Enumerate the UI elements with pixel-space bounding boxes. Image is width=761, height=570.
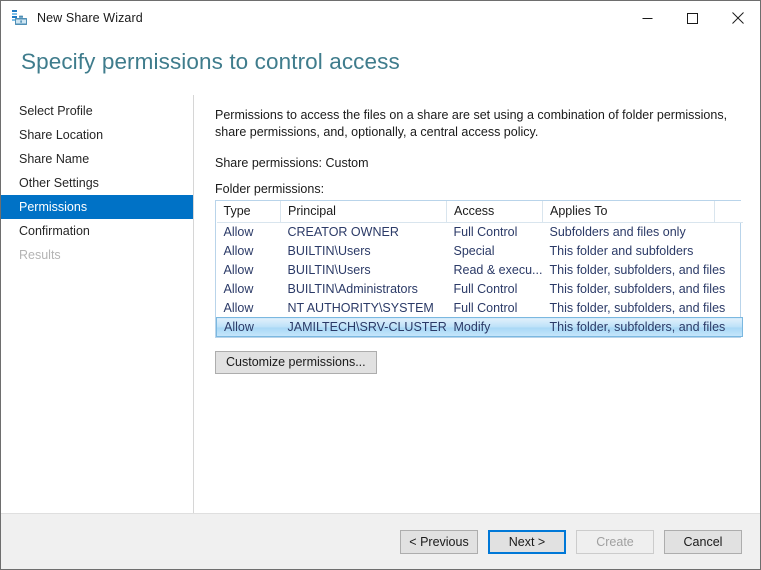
close-icon[interactable] [715, 1, 760, 35]
cell-applies-to: This folder, subfolders, and files [549, 282, 726, 296]
table-row-selected[interactable]: Allow JAMILTECH\SRV-CLUSTER$ Modify This… [216, 317, 743, 337]
table-row[interactable]: Allow BUILTIN\Users Special This folder … [217, 242, 743, 261]
cell-access: Full Control [453, 225, 518, 240]
cell-access: Special [453, 244, 495, 258]
cell-principal: JAMILTECH\SRV-CLUSTER$ [280, 317, 447, 337]
share-permissions-value: Custom [325, 156, 369, 170]
sidebar-item-other-settings[interactable]: Other Settings [1, 171, 193, 195]
sidebar-item-share-name[interactable]: Share Name [1, 147, 193, 171]
cell-applies-to: This folder and subfolders [549, 244, 694, 258]
sidebar-item-confirmation[interactable]: Confirmation [1, 219, 193, 243]
share-permissions-line: Share permissions: Custom [215, 156, 742, 170]
cell-applies-to: Subfolders and files only [549, 225, 686, 240]
table-row[interactable]: Allow CREATOR OWNER Full Control Subfold… [217, 223, 743, 242]
table-row[interactable]: Allow BUILTIN\Users Read & execu... This… [217, 261, 743, 280]
sidebar-item-label: Confirmation [19, 224, 90, 238]
cancel-button[interactable]: Cancel [664, 529, 742, 554]
title-bar: New Share Wizard [1, 1, 760, 35]
page-title: Specify permissions to control access [21, 49, 400, 74]
cell-principal: BUILTIN\Users [287, 263, 371, 277]
sidebar-item-select-profile[interactable]: Select Profile [1, 99, 193, 123]
wizard-footer: < Previous Next > Create Cancel [1, 513, 760, 569]
sidebar-item-share-location[interactable]: Share Location [1, 123, 193, 147]
wizard-steps-sidebar: Select Profile Share Location Share Name… [1, 89, 194, 513]
sidebar-item-label: Share Location [19, 128, 104, 142]
customize-permissions-button[interactable]: Customize permissions... [215, 351, 377, 374]
cell-principal: BUILTIN\Administrators [287, 282, 418, 296]
column-header-access[interactable]: Access [446, 201, 543, 223]
create-button: Create [576, 529, 654, 554]
maximize-icon[interactable] [670, 1, 715, 35]
share-wizard-icon [11, 9, 29, 27]
intro-text: Permissions to access the files on a sha… [215, 108, 728, 139]
cell-type: Allow [223, 263, 254, 277]
next-button[interactable]: Next > [488, 529, 566, 554]
cell-applies-to: This folder, subfolders, and files [549, 263, 726, 277]
cell-principal: NT AUTHORITY\SYSTEM [287, 300, 434, 315]
new-share-wizard-window: New Share Wizard Specify permissions to … [0, 0, 761, 570]
previous-button[interactable]: < Previous [400, 529, 478, 554]
cell-type: Allow [223, 244, 254, 258]
window-controls [625, 1, 760, 35]
column-header-applies-to[interactable]: Applies To [542, 201, 715, 223]
page-header: Specify permissions to control access [1, 35, 760, 89]
permissions-content: Permissions to access the files on a sha… [194, 89, 760, 513]
table-row[interactable]: Allow BUILTIN\Administrators Full Contro… [217, 280, 743, 299]
sidebar-item-label: Permissions [19, 200, 88, 214]
minimize-icon[interactable] [625, 1, 670, 35]
cell-access: Full Control [453, 282, 518, 296]
share-permissions-label: Share permissions: [215, 156, 322, 170]
cell-type: Allow [223, 300, 254, 315]
cell-access: Full Control [453, 300, 518, 315]
column-header-extra[interactable] [714, 201, 743, 223]
sidebar-item-label: Other Settings [19, 176, 99, 190]
cell-access: Modify [446, 317, 543, 337]
cell-principal: BUILTIN\Users [287, 244, 371, 258]
sidebar-item-results: Results [1, 243, 193, 267]
cell-applies-to: This folder, subfolders, and files [542, 317, 743, 337]
sidebar-item-label: Select Profile [19, 104, 93, 118]
cell-applies-to: This folder, subfolders, and files [549, 300, 726, 315]
folder-permissions-table: Type Principal Access Applies To Allow C… [215, 200, 743, 338]
table-body: Allow CREATOR OWNER Full Control Subfold… [216, 223, 743, 337]
window-title: New Share Wizard [37, 11, 143, 25]
cell-access: Read & execu... [453, 263, 543, 277]
column-header-type[interactable]: Type [216, 201, 281, 223]
table-row[interactable]: Allow NT AUTHORITY\SYSTEM Full Control T… [217, 299, 743, 318]
sidebar-item-label: Share Name [19, 152, 90, 166]
sidebar-item-label: Results [19, 248, 61, 262]
table-header-row: Type Principal Access Applies To [216, 201, 743, 223]
cell-type: Allow [223, 225, 254, 240]
cell-type: Allow [223, 282, 254, 296]
cell-type: Allow [216, 317, 281, 337]
sidebar-item-permissions[interactable]: Permissions [1, 195, 193, 219]
wizard-body: Select Profile Share Location Share Name… [1, 89, 760, 513]
folder-permissions-label: Folder permissions: [215, 182, 325, 196]
column-header-principal[interactable]: Principal [280, 201, 447, 223]
cell-principal: CREATOR OWNER [287, 225, 399, 240]
